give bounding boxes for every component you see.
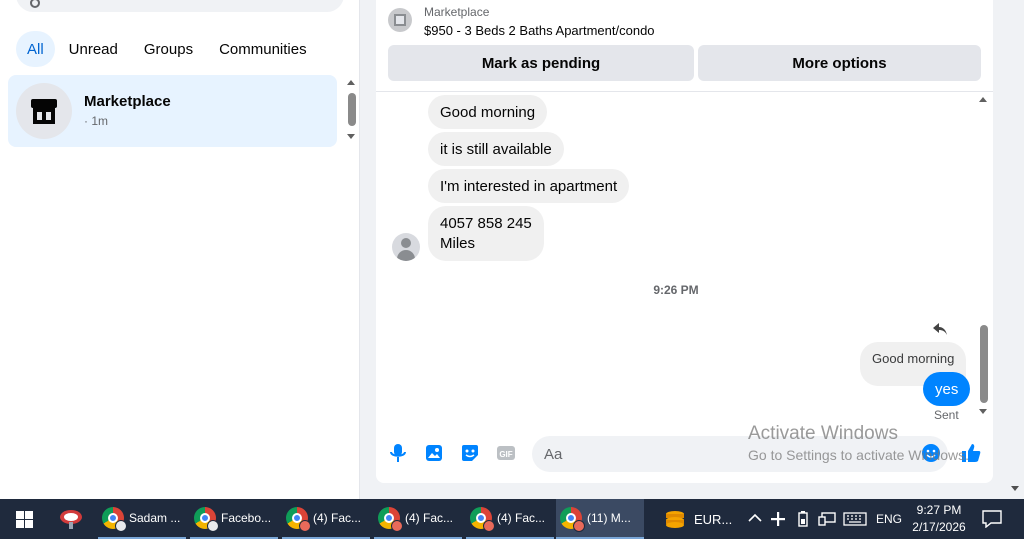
coins-icon	[666, 511, 684, 528]
clock-time[interactable]: 9:27 PM	[906, 503, 972, 517]
reply-icon	[933, 323, 947, 335]
message-status: Sent	[934, 408, 959, 422]
page-scroll-down-arrow-icon[interactable]	[1011, 486, 1019, 491]
plus-icon[interactable]	[770, 511, 786, 527]
chrome-icon	[560, 507, 585, 532]
listing-header: Marketplace $950 - 3 Beds 2 Baths Apartm…	[376, 0, 993, 92]
filter-communities[interactable]: Communities	[207, 31, 319, 67]
chrome-icon	[286, 507, 311, 532]
chat-scrollbar[interactable]	[976, 95, 990, 420]
more-options-button[interactable]: More options	[698, 45, 981, 81]
svg-text:GIF: GIF	[499, 450, 512, 459]
currency-label: EUR...	[694, 511, 733, 527]
conversation-time: · 1m	[84, 114, 108, 128]
message-line: Miles	[440, 235, 476, 252]
search-icon	[30, 0, 40, 8]
taskbar-chrome-window-3[interactable]: (4) Fac...	[282, 499, 370, 539]
message-bubble[interactable]: Good morning	[428, 95, 548, 129]
filter-all[interactable]: All	[16, 31, 55, 67]
emoji-icon[interactable]	[920, 442, 942, 464]
windows-taskbar: Sadam ... Facebo... (4) Fac... (4) Fac..…	[0, 499, 1024, 539]
scroll-down-arrow-icon[interactable]	[979, 409, 987, 414]
taskbar-chrome-window-4[interactable]: (4) Fac...	[374, 499, 462, 539]
listing-title[interactable]: $950 - 3 Beds 2 Baths Apartment/condo	[424, 23, 655, 38]
message-bubble[interactable]: it is still available	[428, 132, 564, 166]
conversation-item-marketplace[interactable]: Marketplace · 1m	[8, 75, 337, 147]
chevron-up-icon[interactable]	[748, 512, 762, 524]
taskbar-chrome-window-2[interactable]: Facebo...	[190, 499, 278, 539]
message-composer: GIF	[376, 432, 993, 476]
listing-category: Marketplace	[424, 5, 490, 19]
scroll-down-arrow-icon[interactable]	[347, 134, 355, 139]
conversation-name: Marketplace	[84, 93, 171, 110]
filter-unread[interactable]: Unread	[57, 31, 130, 67]
message-timestamp: 9:26 PM	[653, 283, 699, 297]
chrome-icon	[194, 507, 219, 532]
storefront-icon	[31, 99, 57, 124]
keyboard-icon[interactable]	[843, 512, 867, 526]
scroll-up-arrow-icon[interactable]	[979, 97, 987, 102]
conversation-list-scrollbar[interactable]	[344, 78, 358, 144]
like-icon[interactable]	[960, 442, 982, 464]
currency-widget[interactable]: EUR...	[662, 499, 742, 539]
pinned-app-icon[interactable]	[58, 499, 88, 539]
listing-thumbnail[interactable]	[388, 8, 412, 32]
message-bubble[interactable]: I'm interested in apartment	[428, 169, 630, 203]
scrollbar-thumb[interactable]	[348, 93, 356, 126]
chat-panel: Marketplace $950 - 3 Beds 2 Baths Apartm…	[376, 0, 993, 483]
taskbar-chrome-window-6[interactable]: (11) M...	[556, 499, 644, 539]
gif-icon[interactable]: GIF	[495, 442, 517, 464]
sender-avatar[interactable]	[392, 233, 420, 261]
notification-center-icon[interactable]	[982, 510, 1002, 528]
message-bubble-multiline[interactable]: 4057 858 245 Miles	[428, 206, 544, 261]
marketplace-avatar	[16, 83, 72, 139]
scroll-up-arrow-icon[interactable]	[347, 80, 355, 85]
chrome-icon	[378, 507, 403, 532]
taskbar-chrome-window-5[interactable]: (4) Fac...	[466, 499, 554, 539]
battery-icon[interactable]	[796, 510, 810, 528]
scrollbar-thumb[interactable]	[980, 325, 988, 403]
microphone-icon[interactable]	[387, 442, 409, 464]
mark-as-pending-button[interactable]: Mark as pending	[388, 45, 694, 81]
filter-groups[interactable]: Groups	[132, 31, 205, 67]
chrome-icon	[102, 507, 127, 532]
network-icon[interactable]	[818, 511, 836, 527]
language-indicator[interactable]: ENG	[876, 512, 902, 526]
conversation-list-panel: All Unread Groups Communities Marketplac…	[0, 0, 360, 499]
clock-date[interactable]: 2/17/2026	[906, 520, 972, 534]
sticker-icon[interactable]	[459, 442, 481, 464]
photo-icon[interactable]	[423, 442, 445, 464]
chrome-icon	[470, 507, 495, 532]
message-input[interactable]	[532, 436, 948, 472]
search-input[interactable]	[16, 0, 344, 12]
windows-start-icon[interactable]	[16, 511, 33, 528]
taskbar-chrome-window-1[interactable]: Sadam ...	[98, 499, 186, 539]
message-line: 4057 858 245	[440, 215, 532, 232]
sent-message-bubble[interactable]: yes	[923, 372, 971, 406]
filter-chips: All Unread Groups Communities	[16, 31, 319, 67]
